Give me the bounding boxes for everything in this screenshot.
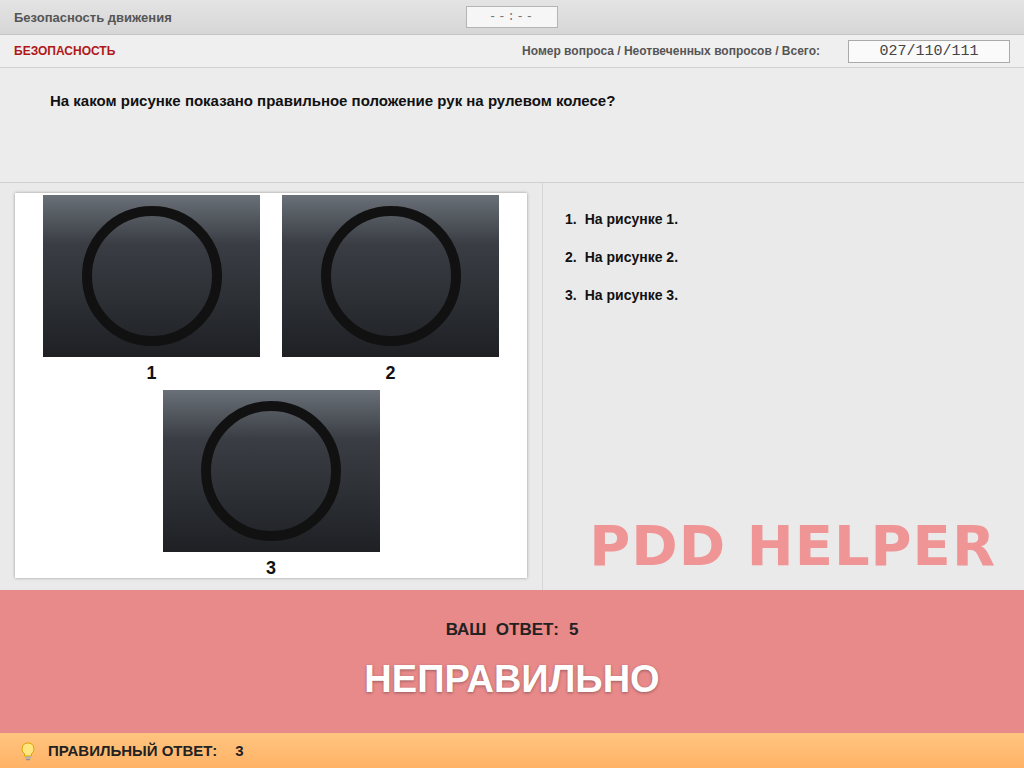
watermark: PDD HELPER: [589, 513, 1004, 578]
picture: 3: [163, 390, 380, 585]
picture-label: 2: [385, 363, 395, 384]
counter-label: Номер вопроса / Неотвеченных вопросов / …: [522, 44, 820, 58]
steering-wheel-photo: [282, 195, 499, 357]
picture: 2: [282, 195, 499, 390]
answer-number: 3.: [565, 287, 577, 325]
answer-text: На рисунке 1.: [585, 211, 678, 249]
answer-text: На рисунке 3.: [585, 287, 678, 325]
timer: --:--: [466, 6, 558, 28]
result-panel: ВАШ ОТВЕТ: 5 НЕПРАВИЛЬНО: [0, 590, 1024, 733]
correct-answer-value: 3: [235, 742, 243, 759]
wheel-shape: [82, 206, 222, 346]
top-bar: Безопасность движения--:--: [0, 0, 1024, 35]
answer-number: 2.: [565, 249, 577, 287]
your-answer-label: ВАШ ОТВЕТ:: [446, 620, 559, 639]
quiz-screen: Безопасность движения--:-- БЕЗОПАСНОСТЬ Но…: [0, 0, 1024, 768]
wheel-shape: [201, 401, 341, 541]
pictures-column: 1 2 3: [0, 183, 543, 590]
picture-label: 1: [146, 363, 156, 384]
correct-answer-bar: ПРАВИЛЬНЫЙ ОТВЕТ: 3: [0, 733, 1024, 768]
answer-text: На рисунке 2.: [585, 249, 678, 287]
question-text: На каком рисунке показано правильное пол…: [50, 92, 1004, 109]
section-title: БЕЗОПАСНОСТЬ: [14, 44, 115, 58]
sub-bar: БЕЗОПАСНОСТЬ Номер вопроса / Неотвеченных…: [0, 35, 1024, 68]
lightbulb-icon: [18, 741, 38, 761]
answer-option[interactable]: 2.На рисунке 2.: [565, 249, 1004, 287]
steering-wheel-photo: [163, 390, 380, 552]
content-area: 1 2 3 1.На рисунке 1.2.На рисунке 2.3.На ри…: [0, 183, 1024, 590]
wheel-shape: [321, 206, 461, 346]
picture-label: 3: [266, 558, 276, 579]
question-counter: Номер вопроса / Неотвеченных вопросов / …: [522, 40, 1010, 63]
verdict: НЕПРАВИЛЬНО: [364, 658, 659, 701]
your-answer: ВАШ ОТВЕТ: 5: [446, 620, 579, 640]
answer-list: 1.На рисунке 1.2.На рисунке 2.3.На рисун…: [565, 211, 1004, 325]
answer-option[interactable]: 1.На рисунке 1.: [565, 211, 1004, 249]
pictures-panel: 1 2 3: [15, 193, 527, 578]
answer-option[interactable]: 3.На рисунке 3.: [565, 287, 1004, 325]
answer-number: 1.: [565, 211, 577, 249]
counter-value: 027/110/111: [848, 40, 1010, 63]
app-title: Безопасность движения: [14, 10, 466, 25]
question-area: На каком рисунке показано правильное пол…: [0, 68, 1024, 183]
steering-wheel-photo: [43, 195, 260, 357]
picture: 1: [43, 195, 260, 390]
answers-column: 1.На рисунке 1.2.На рисунке 2.3.На рисун…: [543, 183, 1024, 590]
correct-answer-label: ПРАВИЛЬНЫЙ ОТВЕТ:: [48, 742, 217, 759]
your-answer-value: 5: [569, 620, 578, 639]
